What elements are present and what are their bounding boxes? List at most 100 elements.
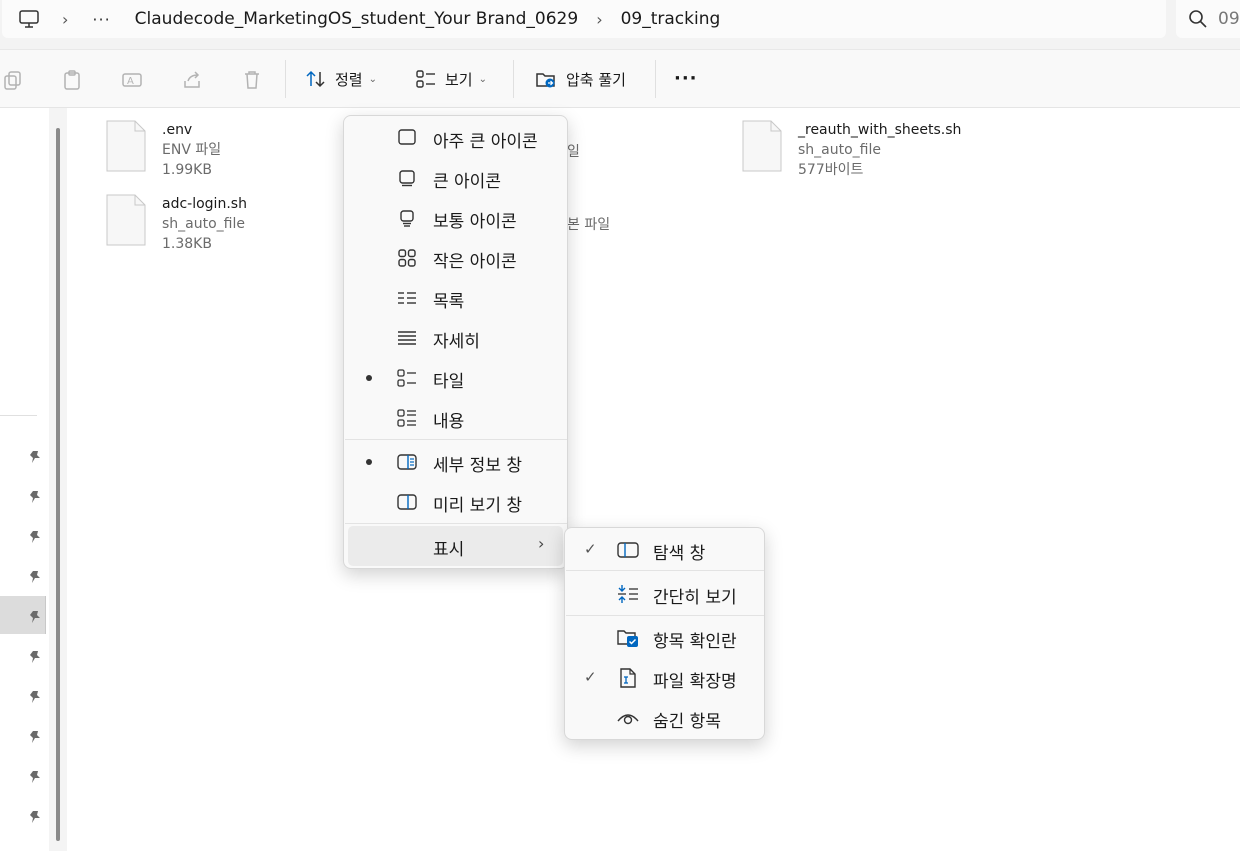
chevron-down-icon: ⌄: [478, 73, 487, 85]
menu-separator: [566, 615, 764, 616]
paste-icon[interactable]: [61, 69, 83, 91]
file-icon: [106, 194, 146, 246]
nav-scrollbar-thumb[interactable]: [56, 128, 60, 841]
menu-separator: [345, 439, 567, 440]
file-item[interactable]: .env ENV 파일 1.99KB: [106, 120, 221, 180]
breadcrumb-folder-current[interactable]: 09_tracking: [621, 9, 721, 29]
selected-bullet-icon: [366, 459, 372, 465]
search-input[interactable]: 09: [1218, 9, 1240, 29]
menu-item-label: 내용: [433, 412, 465, 432]
submenu-item-hidden-items[interactable]: 숨긴 항목: [565, 698, 764, 738]
share-icon[interactable]: [181, 69, 203, 91]
view-label: 보기: [445, 70, 473, 89]
checkmark-icon: ✓: [584, 668, 597, 686]
menu-item-label: 작은 아이콘: [433, 252, 517, 272]
menu-item-show[interactable]: 표시 ›: [348, 526, 563, 566]
pin-icon[interactable]: [28, 569, 42, 583]
breadcrumb-overflow[interactable]: ···: [92, 10, 110, 29]
sort-button[interactable]: 정렬 ⌄: [305, 64, 377, 94]
toolbar-divider: [513, 60, 514, 98]
menu-item-label: 보통 아이콘: [433, 212, 517, 232]
monitor-icon[interactable]: [18, 8, 40, 30]
view-button[interactable]: 보기 ⌄: [415, 64, 487, 94]
show-submenu: ✓ 탐색 창간단히 보기항목 확인란 ✓ 파일 확장명숨긴 항목: [564, 527, 765, 740]
file-type: ENV 파일: [162, 142, 222, 158]
pin-icon[interactable]: [28, 769, 42, 783]
menu-item-mediums-icon[interactable]: 보통 아이콘: [344, 198, 567, 238]
chevron-right-icon[interactable]: ›: [578, 10, 620, 29]
submenu-item-file-extensions[interactable]: ✓ 파일 확장명: [565, 658, 764, 698]
pin-icon[interactable]: [28, 809, 42, 823]
details-pane-icon: [397, 452, 417, 472]
pin-icon[interactable]: [28, 609, 42, 623]
navigation-pane-icon: [617, 540, 639, 560]
copy-icon[interactable]: [2, 69, 24, 91]
breadcrumb-folder-parent[interactable]: Claudecode_MarketingOS_student_Your Bran…: [135, 9, 579, 29]
compact-view-icon: [617, 584, 639, 604]
menu-item-details-pane[interactable]: 세부 정보 창: [344, 442, 567, 482]
file-extensions-icon: [617, 668, 639, 688]
menu-item-list[interactable]: 목록: [344, 278, 567, 318]
medium-icons-icon: [397, 208, 417, 228]
file-icon: [742, 120, 782, 172]
small-icons-icon: [397, 248, 417, 268]
pin-icon[interactable]: [28, 649, 42, 663]
submenu-item-label: 숨긴 항목: [653, 712, 721, 732]
selected-bullet-icon: [366, 375, 372, 381]
submenu-item-label: 간단히 보기: [653, 588, 737, 608]
pin-icon[interactable]: [28, 689, 42, 703]
file-name: .env: [162, 122, 193, 138]
menu-item-extra-larges-icon[interactable]: 아주 큰 아이콘: [344, 118, 567, 158]
obscured-file-type: 본 파일: [567, 217, 611, 233]
extract-all-button[interactable]: 압축 풀기: [535, 64, 626, 94]
menu-item-details[interactable]: 자세히: [344, 318, 567, 358]
file-size: 577바이트: [798, 162, 864, 178]
extract-folder-icon: [535, 68, 557, 90]
rename-icon[interactable]: A: [121, 69, 143, 91]
submenu-item-navigation-pane[interactable]: ✓ 탐색 창: [565, 530, 764, 570]
file-name: adc-login.sh: [162, 196, 247, 212]
menu-separator: [566, 570, 764, 571]
menu-separator: [345, 523, 567, 524]
pin-icon[interactable]: [28, 529, 42, 543]
checkmark-icon: ✓: [584, 540, 597, 558]
chevron-right-icon[interactable]: ›: [40, 10, 68, 29]
details-icon: [397, 328, 417, 348]
search-box[interactable]: 09: [1176, 0, 1240, 38]
pin-icon[interactable]: [28, 489, 42, 503]
item-checkboxes-icon: [617, 628, 639, 648]
view-menu: 아주 큰 아이콘큰 아이콘보통 아이콘작은 아이콘목록자세히타일내용 세부 정보…: [343, 115, 568, 569]
pin-icon[interactable]: [28, 729, 42, 743]
file-icon: [106, 120, 146, 172]
menu-item-smalls-icon[interactable]: 작은 아이콘: [344, 238, 567, 278]
file-item[interactable]: _reauth_with_sheets.sh sh_auto_file 577바…: [742, 120, 961, 180]
menu-item-larges-icon[interactable]: 큰 아이콘: [344, 158, 567, 198]
menu-item-tiles[interactable]: 타일: [344, 358, 567, 398]
submenu-item-compact-view[interactable]: 간단히 보기: [565, 574, 764, 614]
file-explorer-window: › ··· Claudecode_MarketingOS_student_You…: [0, 0, 1240, 851]
menu-item-preview-pane[interactable]: 미리 보기 창: [344, 482, 567, 522]
menu-item-label: 큰 아이콘: [433, 172, 501, 192]
menu-item-label: 표시: [433, 540, 465, 560]
file-name: _reauth_with_sheets.sh: [798, 122, 962, 138]
submenu-item-label: 항목 확인란: [653, 632, 737, 652]
pin-icon[interactable]: [28, 449, 42, 463]
content-icon: [397, 408, 417, 428]
delete-icon[interactable]: [241, 69, 263, 91]
toolbar-divider: [655, 60, 656, 98]
menu-item-label: 미리 보기 창: [433, 496, 523, 516]
more-options-button[interactable]: ···: [674, 68, 698, 89]
address-row: › ··· Claudecode_MarketingOS_student_You…: [0, 0, 1240, 50]
list-icon: [397, 288, 417, 308]
svg-text:A: A: [127, 76, 134, 87]
menu-item-label: 아주 큰 아이콘: [433, 132, 538, 152]
extra-large-icons-icon: [397, 128, 417, 148]
menu-item-label: 자세히: [433, 332, 480, 352]
preview-pane-icon: [397, 492, 417, 512]
tiles-view-icon: [415, 68, 437, 90]
file-item[interactable]: adc-login.sh sh_auto_file 1.38KB: [106, 194, 247, 254]
obscured-file-type: 일: [567, 144, 580, 160]
address-bar[interactable]: › ··· Claudecode_MarketingOS_student_You…: [2, 0, 1166, 38]
menu-item-content[interactable]: 내용: [344, 398, 567, 438]
submenu-item-item-checkboxes[interactable]: 항목 확인란: [565, 618, 764, 658]
